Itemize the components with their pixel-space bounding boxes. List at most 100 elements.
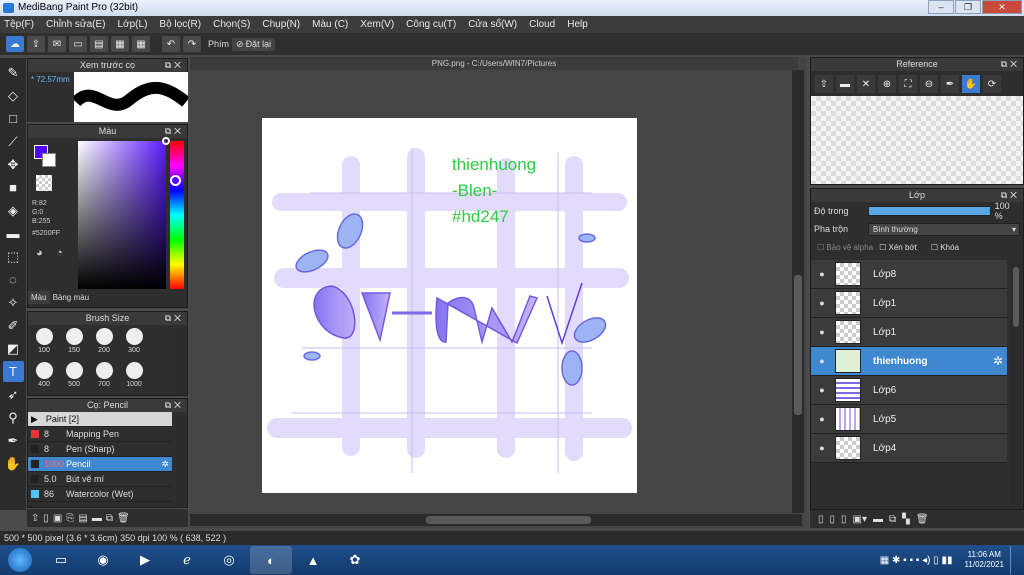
blend-mode-select[interactable]: Bình thường ▾ [868, 222, 1020, 236]
lasso-tool-icon[interactable]: ◌ [3, 269, 24, 290]
zalo-icon[interactable]: ◉ [82, 546, 124, 574]
layer-row-selected[interactable]: ● thienhuong ✲ [811, 347, 1007, 376]
menu-layer[interactable]: Lớp(L) [118, 19, 148, 30]
upload-icon[interactable]: ⇧ [31, 513, 39, 524]
visibility-icon[interactable]: ● [811, 443, 833, 453]
cloud-icon[interactable]: ☁ [6, 36, 24, 52]
menu-view[interactable]: Xem(V) [360, 19, 394, 30]
move-tool-icon[interactable]: ✥ [3, 154, 24, 175]
upload-reference-icon[interactable]: ⇧ [815, 75, 833, 93]
brush-size-100[interactable]: 100 [30, 328, 58, 354]
line-tool-icon[interactable]: ⟋ [3, 131, 24, 152]
lock-checkbox[interactable]: ☐ Khóa [931, 243, 959, 252]
edit-icon[interactable]: ▤ [78, 513, 87, 524]
protect-alpha-checkbox[interactable]: ☐ Bảo vệ alpha [817, 243, 873, 252]
palette-icon[interactable]: ◕ [36, 247, 43, 259]
select-eraser-icon[interactable]: ◩ [3, 338, 24, 359]
visibility-icon[interactable]: ● [811, 269, 833, 279]
canvas-vertical-scrollbar[interactable] [792, 70, 804, 513]
menu-tools[interactable]: Công cụ(T) [406, 19, 456, 30]
chrome-icon[interactable]: ◎ [208, 546, 250, 574]
eyedropper-icon[interactable]: ✒ [941, 75, 959, 93]
undo-icon[interactable]: ↶ [162, 36, 180, 52]
folder-icon[interactable]: ▬ [873, 514, 883, 525]
fit-icon[interactable]: ⛶ [899, 75, 917, 93]
background-swatch[interactable] [42, 153, 56, 167]
add-brush-icon[interactable]: ▣ [53, 513, 62, 524]
brush-size-400[interactable]: 400 [30, 362, 58, 388]
brush-tool-icon[interactable]: ✎ [3, 62, 24, 83]
open-folder-icon[interactable]: ▬ [836, 75, 854, 93]
merge-down-icon[interactable]: ▚ [902, 514, 910, 525]
new-8bit-layer-icon[interactable]: ▯ [841, 514, 847, 525]
duplicate-icon[interactable]: ⧉ [106, 513, 113, 524]
panel-controls-icon[interactable]: ⧉✕ [165, 399, 184, 412]
layer-row[interactable]: ● Lớp1 [811, 318, 1007, 347]
panel-controls-icon[interactable]: ⧉✕ [165, 59, 184, 72]
menu-select[interactable]: Chọn(S) [213, 19, 250, 30]
zoom-in-icon[interactable]: ⊕ [878, 75, 896, 93]
layer-row[interactable]: ● Lớp6 [811, 376, 1007, 405]
eyedropper-icon[interactable]: ⚲ [3, 407, 24, 428]
pen-tool-icon[interactable]: ✒ [3, 430, 24, 451]
layer-settings-gear-icon[interactable]: ✲ [993, 354, 1003, 368]
delete-icon[interactable]: 🗑 [117, 513, 130, 524]
minimize-button[interactable]: – [928, 0, 954, 14]
internet-explorer-icon[interactable]: ℯ [166, 546, 208, 574]
add-layer-menu-icon[interactable]: ▣▾ [853, 514, 867, 525]
visibility-icon[interactable]: ● [811, 356, 833, 366]
tab-palette[interactable]: Bảng màu [50, 291, 92, 304]
menu-edit[interactable]: Chỉnh sửa(E) [46, 19, 106, 30]
new-brush-icon[interactable]: ▯ [43, 513, 49, 524]
magic-wand-icon[interactable]: ✧ [3, 292, 24, 313]
grid-icon[interactable]: ▦ [132, 36, 150, 52]
brush-list-scrollbar[interactable] [176, 415, 185, 505]
brush-size-700[interactable]: 700 [90, 362, 118, 388]
page-icon[interactable]: ▭ [69, 36, 87, 52]
layer-row[interactable]: ● Lớp4 [811, 434, 1007, 463]
brush-size-150[interactable]: 150 [60, 328, 88, 354]
clock[interactable]: 11:06 AM 11/02/2021 [965, 550, 1004, 570]
duplicate-layer-icon[interactable]: ⧉ [889, 514, 896, 525]
new-halftone-layer-icon[interactable]: ▯ [830, 514, 836, 525]
operation-tool-icon[interactable]: ➶ [3, 384, 24, 405]
share-icon[interactable]: ⇪ [27, 36, 45, 52]
brush-size-1000[interactable]: 1000 [120, 362, 148, 388]
select-tool-icon[interactable]: ⬚ [3, 246, 24, 267]
reset-button[interactable]: ⊘ Đặt lại [232, 37, 276, 51]
layer-scrollbar[interactable] [1011, 263, 1021, 507]
close-reference-icon[interactable]: ✕ [857, 75, 875, 93]
layer-row[interactable]: ● Lớp5 [811, 405, 1007, 434]
rect-tool-icon[interactable]: □ [3, 108, 24, 129]
artboard[interactable]: thienhuong -Blen- #hd247 [262, 118, 637, 493]
show-desktop-button[interactable] [1010, 546, 1020, 574]
menu-filter[interactable]: Bộ lọc(R) [159, 19, 201, 30]
canvas-horizontal-scrollbar[interactable] [190, 514, 802, 526]
copy-icon[interactable]: ⎘ [66, 513, 74, 524]
brush-size-scrollbar[interactable] [176, 328, 185, 394]
menu-help[interactable]: Help [567, 19, 588, 30]
brush-group[interactable]: ▶ Paint [2] [28, 412, 172, 427]
comment-icon[interactable]: ✉ [48, 36, 66, 52]
clipping-checkbox[interactable]: ☐ Xén bớt [879, 243, 917, 252]
panel-controls-icon[interactable]: ⧉✕ [1001, 58, 1020, 71]
fill-rect-tool-icon[interactable]: ■ [3, 177, 24, 198]
document-icon[interactable]: ▤ [90, 36, 108, 52]
visibility-icon[interactable]: ● [811, 414, 833, 424]
layer-row[interactable]: ● Lớp1 [811, 289, 1007, 318]
brush-size-300[interactable]: 300 [120, 328, 148, 354]
menu-color[interactable]: Màu (C) [312, 19, 348, 30]
menu-snap[interactable]: Chụp(N) [262, 19, 300, 30]
tray-icons[interactable]: ▦ ✱ ▪ ▪ ▪ ◂) ▯ ▮▮ [880, 555, 953, 566]
brush-size-500[interactable]: 500 [60, 362, 88, 388]
media-player-icon[interactable]: ▶ [124, 546, 166, 574]
select-pen-icon[interactable]: ✐ [3, 315, 24, 336]
start-button[interactable] [0, 546, 40, 574]
hand-icon[interactable]: ✋ [962, 75, 980, 93]
transparent-swatch[interactable] [36, 175, 52, 191]
panel-controls-icon[interactable]: ⧉✕ [165, 125, 184, 138]
medibang-icon[interactable]: ◐ [250, 546, 292, 574]
layer-row[interactable]: ● Lớp8 [811, 260, 1007, 289]
settings-gear-icon[interactable]: ✲ [161, 459, 169, 470]
hand-tool-icon[interactable]: ✋ [3, 453, 24, 474]
